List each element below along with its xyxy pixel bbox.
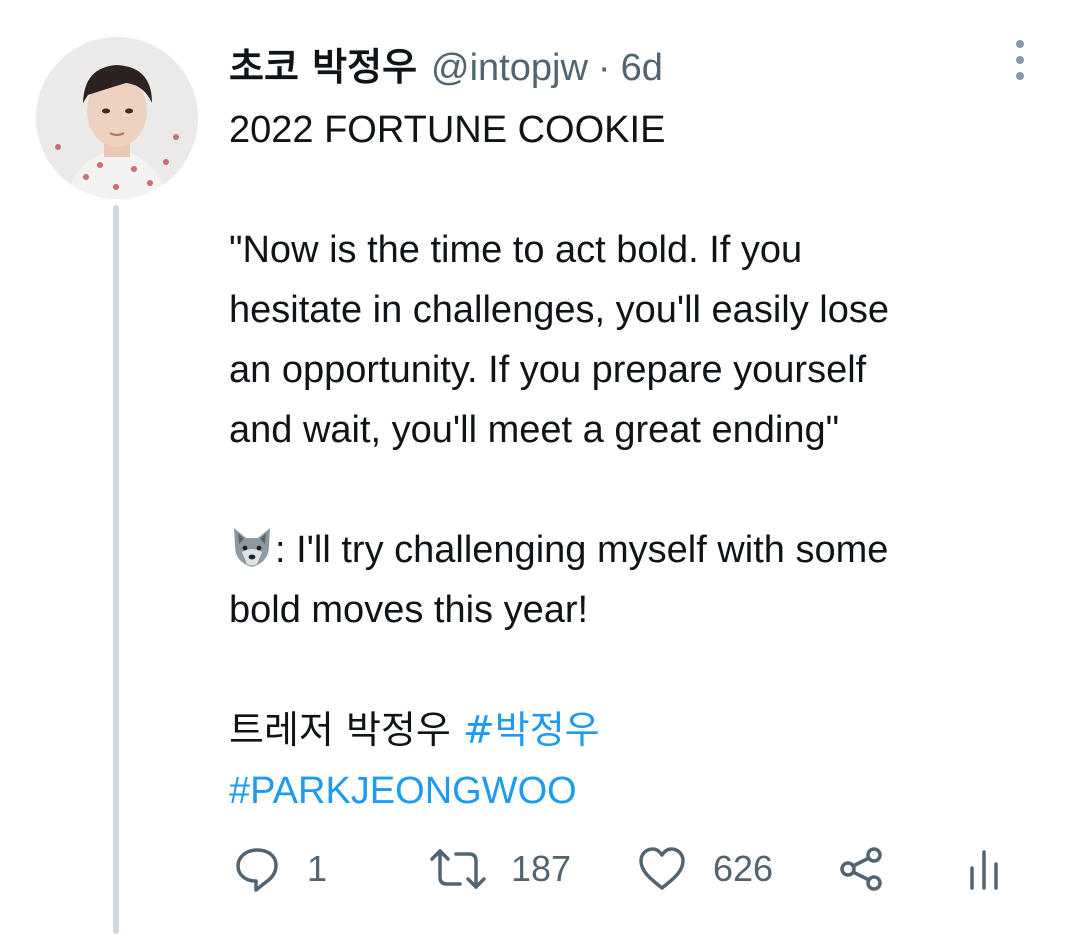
tweet-line: : I'll try challenging myself with some <box>229 520 1049 580</box>
tweet-line: an opportunity. If you prepare yourself <box>229 349 867 391</box>
thread-line <box>113 205 119 934</box>
tweet-line: #PARKJEONGWOO <box>229 761 1049 821</box>
like-icon <box>637 845 687 893</box>
reply-icon <box>233 845 281 893</box>
tweet-header: 초코 박정우 @intopjw · 6d <box>229 36 663 91</box>
reply-count: 1 <box>307 848 328 889</box>
like-count: 626 <box>713 848 774 889</box>
retweet-count: 187 <box>511 848 572 889</box>
tweet-line: 트레저 박정우 #박정우 <box>229 700 1049 761</box>
analytics-button[interactable] <box>964 836 1004 902</box>
user-handle[interactable]: @intopjw <box>431 47 588 90</box>
separator-dot: · <box>597 47 611 89</box>
tweet-line-text: : I'll try challenging myself with some <box>275 529 889 571</box>
reply-button[interactable]: 1 <box>233 836 327 902</box>
tweet-line: "Now is the time to act bold. If you <box>229 229 803 271</box>
tweet-line: and wait, you'll meet a great ending" <box>229 409 840 451</box>
tweet-line-text: 트레저 박정우 <box>229 708 463 752</box>
tweet-timestamp[interactable]: 6d <box>621 47 663 90</box>
display-name[interactable]: 초코 박정우 <box>229 36 417 91</box>
more-options-icon[interactable] <box>1006 40 1034 80</box>
share-button[interactable] <box>837 836 885 902</box>
tweet-actions: 1 187 626 <box>229 836 1029 902</box>
hashtag-link[interactable]: #박정우 <box>463 708 600 752</box>
tweet-text: 2022 FORTUNE COOKIE "Now is the time to … <box>229 100 1049 821</box>
hashtag-link[interactable]: #PARKJEONGWOO <box>229 770 577 812</box>
retweet-button[interactable]: 187 <box>429 836 571 902</box>
wolf-emoji-icon <box>229 524 275 570</box>
analytics-icon <box>964 844 1004 894</box>
like-button[interactable]: 626 <box>637 836 773 902</box>
tweet-line: 2022 FORTUNE COOKIE <box>229 109 666 151</box>
tweet-line: bold moves this year! <box>229 589 589 631</box>
share-icon <box>837 845 885 893</box>
retweet-icon <box>429 845 487 893</box>
avatar[interactable] <box>36 37 198 199</box>
tweet-line: hesitate in challenges, you'll easily lo… <box>229 289 889 331</box>
